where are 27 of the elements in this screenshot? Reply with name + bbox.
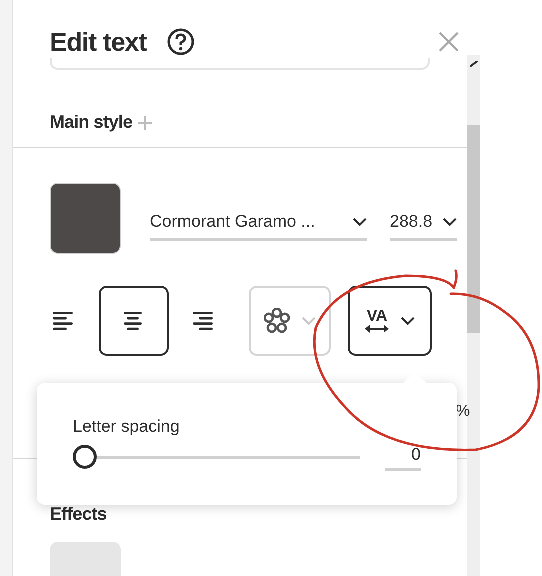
section-heading: Main style [50,110,133,134]
chevron-icon [302,316,316,326]
text-input-field[interactable] [50,58,430,70]
slider-thumb[interactable] [73,445,97,469]
flower-icon [264,308,290,334]
align-center-icon [123,310,145,332]
chevron-icon [443,218,457,227]
section-heading: Effects [50,504,107,524]
scrollbar-thumb[interactable] [467,125,480,333]
chevron-icon [401,316,415,326]
slider-label: Letter spacing [73,418,181,435]
help-icon[interactable] [166,28,195,56]
unit-label: % [456,402,470,422]
chevron-icon [353,218,367,227]
effect-tile[interactable] [50,542,121,576]
font-family-dropdown[interactable]: Cormorant Garamo ... [150,206,367,241]
spacing-value-field[interactable]: 0 [385,443,421,471]
double-arrow-icon [365,325,389,334]
slider-track[interactable] [73,445,360,469]
spacing-glyph: VA [366,309,388,326]
align-left-icon [53,310,75,332]
color-swatch[interactable] [50,183,121,254]
letter-spacing-button[interactable]: VA [348,286,432,356]
align-button[interactable] [99,286,169,356]
panel-title: Edit text [50,26,147,58]
align-right-icon [193,310,215,332]
font-size-dropdown[interactable]: 288.8 [390,206,457,241]
